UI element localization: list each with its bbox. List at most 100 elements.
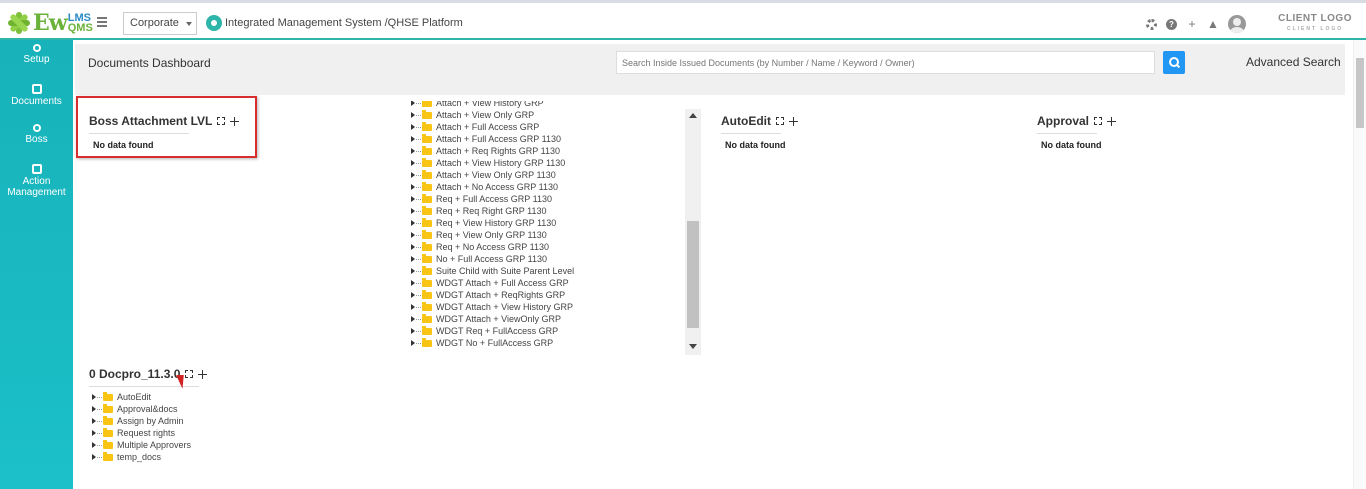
tree-item[interactable]: Req + Req Right GRP 1130 [411, 205, 683, 217]
tree-item[interactable]: WDGT Req + FullAccess GRP [411, 325, 683, 337]
collapse-icon[interactable] [1107, 116, 1117, 126]
organization-select[interactable]: Corporate [123, 12, 197, 35]
folder-icon [422, 241, 432, 251]
expand-arrow-icon[interactable] [92, 394, 96, 400]
add-icon[interactable]: + [1186, 18, 1198, 30]
scroll-up-icon[interactable] [689, 113, 697, 118]
menu-toggle-icon[interactable] [97, 17, 107, 29]
tree-item[interactable]: Attach + Full Access GRP 1130 [411, 133, 683, 145]
tree-item[interactable]: Attach + Full Access GRP [411, 121, 683, 133]
tree-item-label: AutoEdit [117, 392, 152, 402]
tree-item-label: Req + View History GRP 1130 [436, 218, 557, 228]
expand-arrow-icon[interactable] [411, 316, 415, 322]
expand-arrow-icon[interactable] [411, 112, 415, 118]
tree-item[interactable]: WDGT No + FullAccess GRP [411, 337, 683, 349]
sidebar-item-boss[interactable]: Boss [0, 120, 73, 160]
expand-arrow-icon[interactable] [411, 184, 415, 190]
document-search-input[interactable] [616, 51, 1155, 74]
tree-item-label: Req + Full Access GRP 1130 [436, 194, 552, 204]
expand-arrow-icon[interactable] [411, 136, 415, 142]
collapse-icon[interactable] [230, 116, 240, 126]
expand-arrow-icon[interactable] [411, 148, 415, 154]
expand-icon[interactable] [776, 117, 784, 125]
tree-item[interactable]: Req + Full Access GRP 1130 [411, 193, 683, 205]
tree-item[interactable]: Req + View Only GRP 1130 [411, 229, 683, 241]
tree-item[interactable]: Multiple Approvers [92, 439, 207, 451]
app-logo[interactable]: Ew LMS QMS [8, 8, 93, 38]
tree-item[interactable]: No + Full Access GRP 1130 [411, 253, 683, 265]
expand-arrow-icon[interactable] [411, 208, 415, 214]
tree-item[interactable]: Attach + View History GRP 1130 [411, 157, 683, 169]
sidebar-item-documents[interactable]: Documents [0, 80, 73, 120]
tree-item[interactable]: Request rights [92, 427, 207, 439]
tree-item-label: temp_docs [117, 452, 162, 462]
expand-icon[interactable] [1094, 117, 1103, 125]
advanced-search-link[interactable]: Advanced Search [1246, 55, 1341, 69]
expand-arrow-icon[interactable] [411, 304, 415, 310]
no-data-message: No data found [725, 140, 786, 150]
expand-arrow-icon[interactable] [411, 340, 415, 346]
tree-item-label: No + Full Access GRP 1130 [436, 254, 547, 264]
folder-icon [103, 427, 113, 437]
scroll-down-icon[interactable] [689, 344, 697, 349]
sidebar-item-action-management[interactable]: Action Management [0, 160, 73, 200]
tree-item[interactable]: WDGT Attach + Full Access GRP [411, 277, 683, 289]
tree-item[interactable]: Attach + Req Rights GRP 1130 [411, 145, 683, 157]
tree-item[interactable]: WDGT Attach + View History GRP [411, 301, 683, 313]
tree-item-label: Assign by Admin [117, 416, 184, 426]
folder-icon [422, 109, 432, 119]
tree-item[interactable]: AutoEdit [92, 391, 207, 403]
tree-item-label: Attach + Req Rights GRP 1130 [436, 146, 560, 156]
tree-item-label: Suite Child with Suite Parent Level [436, 266, 575, 276]
expand-icon[interactable] [185, 370, 194, 378]
search-button[interactable] [1163, 51, 1185, 74]
bell-icon[interactable]: ▲ [1207, 18, 1219, 30]
expand-arrow-icon[interactable] [411, 220, 415, 226]
expand-arrow-icon[interactable] [411, 101, 415, 106]
folder-icon [422, 253, 432, 263]
expand-arrow-icon[interactable] [411, 256, 415, 262]
collapse-icon[interactable] [789, 116, 798, 126]
folder-icon [422, 133, 432, 143]
tree-item[interactable]: Attach + No Access GRP 1130 [411, 181, 683, 193]
expand-arrow-icon[interactable] [411, 268, 415, 274]
help-icon[interactable]: ? [1166, 18, 1177, 30]
tree-item[interactable]: Approval&docs [92, 403, 207, 415]
tree-item-label: Attach + View Only GRP [436, 110, 535, 120]
sidebar-item-setup[interactable]: Setup [0, 40, 73, 80]
expand-arrow-icon[interactable] [411, 232, 415, 238]
page-scrollbar[interactable] [1353, 40, 1366, 489]
settings-gear-icon[interactable] [1146, 18, 1157, 30]
widget-docpro: 0 Docpro_11.3.0 AutoEdit Approval&docs Ass… [89, 367, 208, 463]
collapse-icon[interactable] [198, 369, 208, 379]
tree-item[interactable]: Attach + View Only GRP 1130 [411, 169, 683, 181]
folder-icon [422, 101, 432, 107]
tree-item[interactable]: Attach + View History GRP [411, 101, 683, 109]
expand-arrow-icon[interactable] [92, 430, 96, 436]
tree-item[interactable]: Req + View History GRP 1130 [411, 217, 683, 229]
tree-item[interactable]: WDGT Attach + ReqRights GRP [411, 289, 683, 301]
expand-arrow-icon[interactable] [92, 406, 96, 412]
tree-item[interactable]: Suite Child with Suite Parent Level [411, 265, 683, 277]
tree-item[interactable]: WDGT Attach + ViewOnly GRP [411, 313, 683, 325]
tree-item[interactable]: Assign by Admin [92, 415, 207, 427]
tree-item-label: WDGT Attach + ReqRights GRP [436, 290, 566, 300]
expand-arrow-icon[interactable] [411, 280, 415, 286]
folder-icon [422, 157, 432, 167]
expand-arrow-icon[interactable] [411, 196, 415, 202]
expand-arrow-icon[interactable] [411, 124, 415, 130]
expand-arrow-icon[interactable] [411, 292, 415, 298]
expand-arrow-icon[interactable] [411, 244, 415, 250]
expand-arrow-icon[interactable] [92, 418, 96, 424]
expand-arrow-icon[interactable] [92, 454, 96, 460]
expand-arrow-icon[interactable] [411, 328, 415, 334]
tree-item[interactable]: temp_docs [92, 451, 207, 463]
tree-item[interactable]: Attach + View Only GRP [411, 109, 683, 121]
expand-icon[interactable] [217, 117, 226, 125]
tree-item[interactable]: Req + No Access GRP 1130 [411, 241, 683, 253]
expand-arrow-icon[interactable] [411, 160, 415, 166]
user-avatar[interactable] [1228, 15, 1246, 33]
tree-scrollbar[interactable] [685, 109, 701, 355]
expand-arrow-icon[interactable] [92, 442, 96, 448]
expand-arrow-icon[interactable] [411, 172, 415, 178]
